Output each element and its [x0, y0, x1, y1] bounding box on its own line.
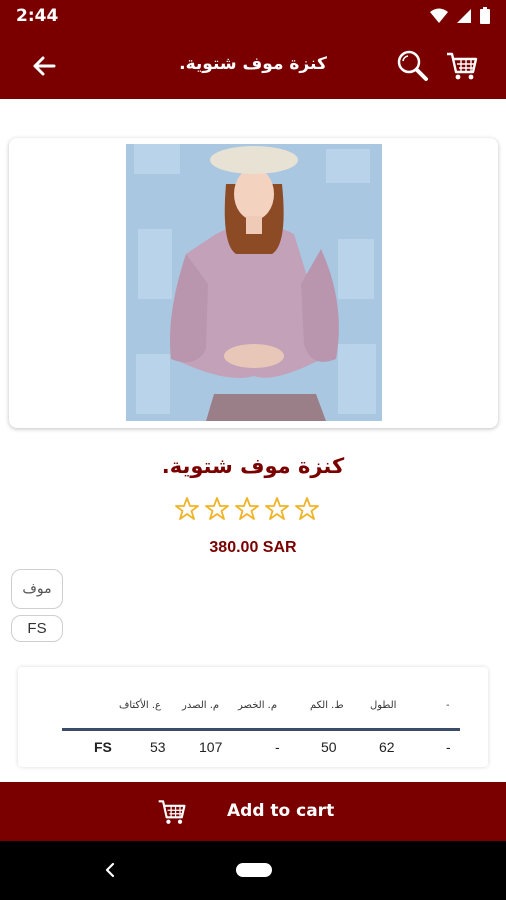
system-nav-bar: [0, 841, 506, 900]
table-cell: 50: [321, 739, 337, 755]
table-cell: FS: [94, 739, 112, 755]
status-bar: 2:44: [0, 0, 506, 32]
app-bar: كنزة موف شتوية.: [0, 32, 506, 99]
table-cell: 107: [199, 739, 223, 755]
signal-icon: [457, 8, 471, 23]
size-table: ع. الأكتاف م. الصدر م. الخصر ط. الكم الط…: [18, 667, 488, 767]
table-cell: 53: [150, 739, 166, 755]
table-cell: -: [446, 739, 451, 755]
product-title: كنزة موف شتوية.: [161, 454, 345, 478]
status-icons: [430, 7, 490, 24]
table-cell: -: [275, 739, 280, 755]
table-header-sleeve: ط. الكم: [310, 700, 344, 711]
product-photo: [126, 144, 382, 421]
table-header-chest: م. الصدر: [182, 700, 220, 711]
nav-home-pill[interactable]: [236, 863, 272, 877]
cart-icon[interactable]: [444, 48, 480, 84]
rating-stars[interactable]: [174, 496, 334, 524]
search-icon[interactable]: [395, 48, 431, 84]
add-to-cart-button[interactable]: Add to cart: [0, 782, 506, 841]
add-to-cart-label: Add to cart: [227, 801, 335, 821]
star-icon[interactable]: [294, 496, 320, 522]
table-divider: [62, 728, 460, 731]
star-icon[interactable]: [204, 496, 230, 522]
product-image[interactable]: [126, 144, 382, 421]
battery-icon: [480, 7, 490, 24]
size-option-chip[interactable]: FS: [11, 615, 63, 642]
product-image-card: [9, 138, 498, 428]
table-header-waist: م. الخصر: [238, 700, 278, 711]
star-icon[interactable]: [234, 496, 260, 522]
nav-back-icon[interactable]: [100, 860, 120, 880]
table-cell: 62: [379, 739, 395, 755]
color-option-chip[interactable]: موف: [11, 569, 63, 609]
cart-icon: [158, 800, 186, 824]
star-icon[interactable]: [264, 496, 290, 522]
status-time: 2:44: [16, 6, 59, 26]
product-price: 380.00 SAR: [209, 539, 297, 556]
table-header-length: الطول: [370, 700, 397, 711]
star-icon[interactable]: [174, 496, 200, 522]
table-header-shoulder: ع. الأكتاف: [119, 700, 161, 711]
table-header-size: -: [446, 700, 450, 711]
wifi-icon: [430, 8, 448, 23]
